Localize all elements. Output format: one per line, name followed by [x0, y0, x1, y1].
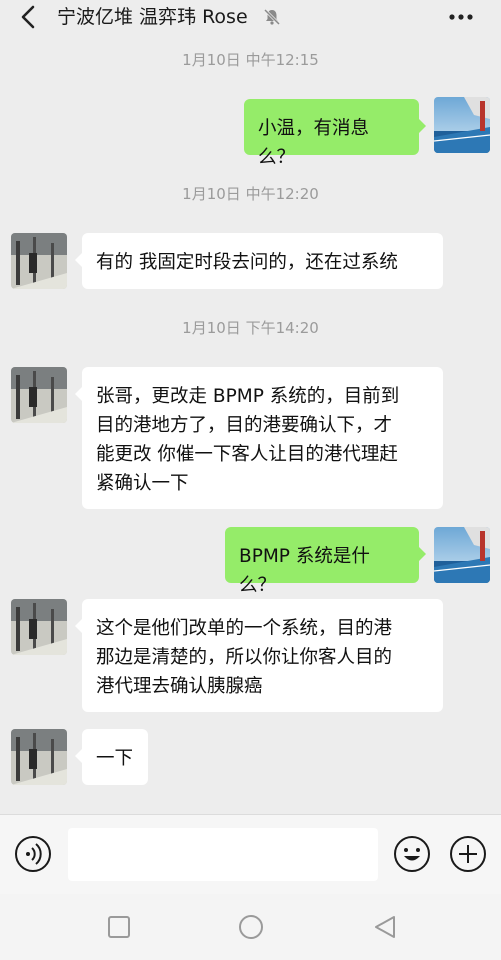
- recents-square-icon[interactable]: [106, 914, 132, 940]
- message-list[interactable]: 1月10日 中午12:15 小温，有消息么？ 1月10日 中午12:20 有的 …: [0, 36, 501, 814]
- more-icon[interactable]: [446, 6, 476, 28]
- contact-avatar[interactable]: [11, 729, 67, 785]
- message-input[interactable]: [68, 828, 378, 881]
- message-bubble-incoming[interactable]: 一下: [75, 729, 148, 785]
- message-bubble-outgoing[interactable]: BPMP 系统是什么？: [225, 527, 426, 596]
- emoji-icon[interactable]: [393, 835, 431, 873]
- back-arrow-icon[interactable]: [14, 4, 42, 30]
- message-text-line: 能更改 你催一下客人让目的港代理赶: [96, 444, 398, 465]
- voice-icon[interactable]: [14, 835, 52, 873]
- message-text: 小温，有消息么？: [258, 118, 370, 168]
- my-avatar[interactable]: [434, 527, 490, 583]
- system-nav-bar: [0, 894, 501, 960]
- message-bubble-incoming[interactable]: 张哥，更改走 BPMP 系统的，目前到 目的港地方了，目的港要确认下，才 能更改…: [75, 367, 443, 509]
- message-text: 一下: [96, 748, 134, 769]
- message-text-line: 目的港地方了，目的港要确认下，才: [96, 415, 393, 436]
- mute-bell-icon: [263, 8, 281, 26]
- message-bubble-incoming[interactable]: 有的 我固定时段去问的，还在过系统: [75, 233, 443, 289]
- contact-avatar[interactable]: [11, 233, 67, 289]
- contact-avatar[interactable]: [11, 367, 67, 423]
- message-text: 有的 我固定时段去问的，还在过系统: [96, 252, 398, 273]
- home-circle-icon[interactable]: [238, 914, 264, 940]
- message-text-line: 港代理去确认胰腺癌: [96, 676, 263, 697]
- message-bubble-incoming[interactable]: 这个是他们改单的一个系统，目的港 那边是清楚的，所以你让你客人目的 港代理去确认…: [75, 599, 443, 712]
- message-text-line: 那边是清楚的，所以你让你客人目的: [96, 647, 393, 668]
- timestamp: 1月10日 下午14:20: [182, 319, 319, 337]
- input-bar: [0, 814, 501, 894]
- message-bubble-outgoing[interactable]: 小温，有消息么？: [244, 99, 426, 168]
- chat-title: 宁波亿堆 温弈玮 Rose: [57, 6, 248, 28]
- message-text-line: 紧确认一下: [96, 473, 189, 494]
- back-triangle-icon[interactable]: [372, 914, 398, 940]
- message-text-line: 这个是他们改单的一个系统，目的港: [96, 618, 393, 639]
- timestamp: 1月10日 中午12:15: [182, 51, 319, 69]
- plus-icon[interactable]: [449, 835, 487, 873]
- my-avatar[interactable]: [434, 97, 490, 153]
- message-text-line: 张哥，更改走 BPMP 系统的，目前到: [96, 386, 400, 407]
- timestamp: 1月10日 中午12:20: [182, 185, 319, 203]
- message-text: BPMP 系统是什么？: [239, 546, 370, 596]
- contact-avatar[interactable]: [11, 599, 67, 655]
- chat-header: 宁波亿堆 温弈玮 Rose: [0, 0, 501, 36]
